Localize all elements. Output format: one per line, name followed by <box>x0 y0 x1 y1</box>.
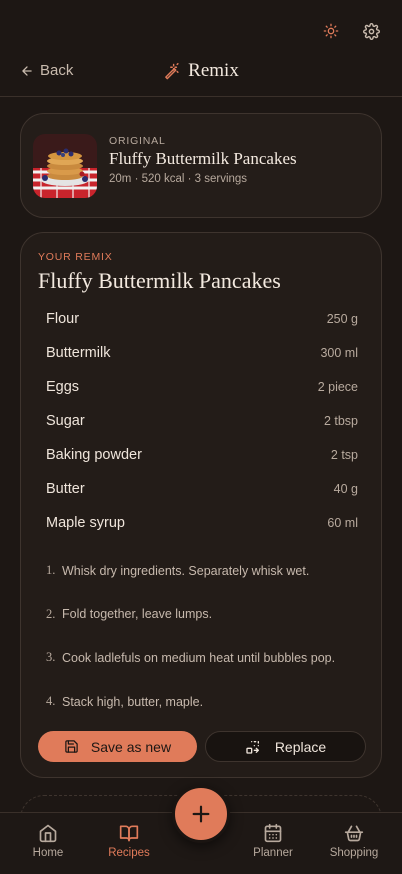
step-text: Fold together, leave lumps. <box>62 607 213 622</box>
ingredient-quantity: 40 g <box>333 482 358 496</box>
page-title: Remix <box>188 60 239 81</box>
replace-label: Replace <box>274 738 327 755</box>
basket-icon <box>344 825 364 842</box>
ingredient-quantity: 300 ml <box>320 346 358 360</box>
step-number: 3. <box>46 650 56 665</box>
step-number: 1. <box>46 563 56 578</box>
ingredient-name: Flour <box>46 311 80 327</box>
ingredient-quantity: 2 tbsp <box>323 414 358 428</box>
step-item[interactable]: 1. Whisk dry ingredients. Separately whi… <box>46 549 366 593</box>
page-header: Back Remix <box>0 56 402 97</box>
ingredient-name: Butter <box>46 481 85 497</box>
nav-home-label: Home <box>32 847 64 859</box>
step-item[interactable]: 3. Cook ladlefuls on medium heat until b… <box>46 636 366 680</box>
ingredient-name: Baking powder <box>46 447 142 463</box>
ingredient-list: Flour 250 g Buttermilk 300 ml Eggs 2 pie… <box>46 302 358 540</box>
remix-recipe-name: Fluffy Buttermilk Pancakes <box>38 268 281 293</box>
ingredient-quantity: 250 g <box>326 312 358 326</box>
plus-icon <box>192 805 210 823</box>
ingredient-row[interactable]: Sugar 2 tbsp <box>46 404 358 438</box>
save-icon <box>65 740 78 753</box>
ingredient-name: Maple syrup <box>46 515 125 531</box>
magic-wand-icon <box>165 62 179 79</box>
nav-planner-label: Planner <box>253 847 293 859</box>
nav-planner[interactable]: Planner <box>238 823 308 859</box>
ingredient-name: Buttermilk <box>46 345 111 361</box>
top-actions <box>320 20 382 42</box>
ingredient-row[interactable]: Eggs 2 piece <box>46 370 358 404</box>
gear-icon[interactable] <box>360 20 382 42</box>
replace-button[interactable]: Replace <box>205 731 366 762</box>
nav-shopping[interactable]: Shopping <box>319 823 389 859</box>
book-open-icon <box>119 825 139 842</box>
step-number: 2. <box>46 606 56 621</box>
step-item[interactable]: 4. Stack high, butter, maple. <box>46 680 366 724</box>
add-button[interactable] <box>172 785 230 843</box>
remix-card: YOUR REMIX Fluffy Buttermilk Pancakes Fl… <box>20 232 382 778</box>
ingredient-row[interactable]: Baking powder 2 tsp <box>46 438 358 472</box>
nav-recipes[interactable]: Recipes <box>94 823 164 859</box>
home-icon <box>39 824 57 843</box>
header-title-group: Remix <box>0 60 402 82</box>
calendar-icon <box>264 823 282 843</box>
nav-home[interactable]: Home <box>13 823 83 859</box>
replace-icon <box>246 740 259 754</box>
original-overline: ORIGINAL <box>109 135 166 147</box>
original-recipe-name: Fluffy Buttermilk Pancakes <box>109 149 297 168</box>
ingredient-row[interactable]: Maple syrup 60 ml <box>46 506 358 540</box>
step-text: Whisk dry ingredients. Separately whisk … <box>62 563 310 578</box>
save-as-new-button[interactable]: Save as new <box>38 731 197 762</box>
nav-recipes-label: Recipes <box>108 847 150 859</box>
nav-shopping-label: Shopping <box>329 847 379 859</box>
original-recipe-card[interactable]: ORIGINAL Fluffy Buttermilk Pancakes 20m … <box>20 113 382 218</box>
step-text: Cook ladlefuls on medium heat until bubb… <box>62 650 336 665</box>
ingredient-quantity: 2 tsp <box>330 448 358 462</box>
ingredient-row[interactable]: Buttermilk 300 ml <box>46 336 358 370</box>
ingredient-row[interactable]: Flour 250 g <box>46 302 358 336</box>
step-list: 1. Whisk dry ingredients. Separately whi… <box>46 549 366 723</box>
step-number: 4. <box>46 694 56 709</box>
ingredient-quantity: 2 piece <box>317 380 358 394</box>
save-as-new-label: Save as new <box>90 738 172 755</box>
ingredient-row[interactable]: Butter 40 g <box>46 472 358 506</box>
step-item[interactable]: 2. Fold together, leave lumps. <box>46 593 366 637</box>
sun-icon[interactable] <box>320 20 342 42</box>
original-recipe-meta: 20m · 520 kcal · 3 servings <box>109 173 248 185</box>
original-info: ORIGINAL Fluffy Buttermilk Pancakes 20m … <box>109 135 297 185</box>
ingredient-quantity: 60 ml <box>327 516 358 530</box>
ingredient-name: Sugar <box>46 413 85 429</box>
ingredient-name: Eggs <box>46 379 80 395</box>
step-text: Stack high, butter, maple. <box>62 694 204 709</box>
remix-overline: YOUR REMIX <box>38 251 113 263</box>
recipe-thumbnail <box>33 134 97 198</box>
